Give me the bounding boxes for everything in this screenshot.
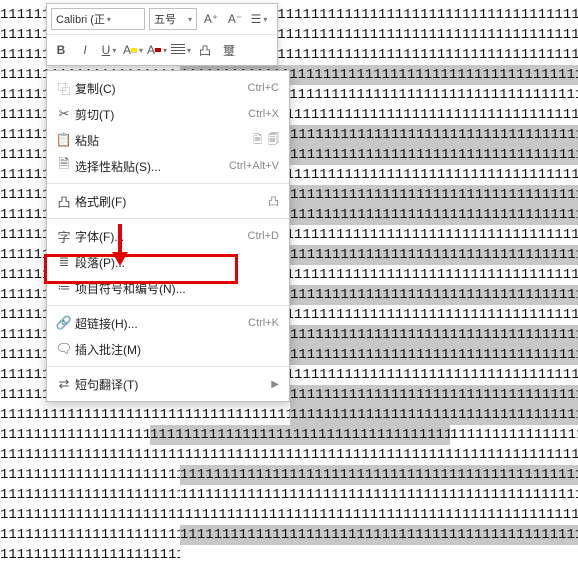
grow-font-button[interactable]: A⁺ [201,9,221,29]
paste-text-icon[interactable]: 🗐 [268,131,279,150]
text-line: 1111111111111111111111111111111111111111… [0,505,578,525]
chevron-down-icon: ▾ [139,46,143,55]
document-area: 1111111111111111111111111111111111111111… [0,0,578,571]
mini-toolbar: Calibri (正 ▾ 五号 ▾ A⁺ A⁻ ☰▾ B I U▾ A▾ A▾ [46,3,278,66]
format-painter-button[interactable]: 璽 [219,40,239,60]
menu-item-shortcut: Ctrl+C [248,82,279,94]
font-color-icon: A [147,43,155,57]
menu-item-label: 段落(P)... [75,254,279,271]
chevron-right-icon: ▶ [271,379,279,390]
menu-separator [47,366,289,367]
underline-button[interactable]: U▾ [99,40,119,60]
menu-item[interactable]: ⿻复制(C)Ctrl+C [47,75,289,101]
paste-special-icon: 🗎 [53,155,75,177]
menu-item-label: 复制(C) [75,80,248,97]
highlight-color-button[interactable]: A▾ [123,40,143,60]
menu-item-label: 项目符号和编号(N)... [75,280,279,297]
chevron-down-icon: ▾ [187,46,191,55]
paste-icon: 📋 [53,132,75,148]
menu-item[interactable]: 🗎选择性粘贴(S)...Ctrl+Alt+V [47,153,289,179]
chevron-down-icon: ▾ [107,15,111,24]
menu-item-label: 短句翻译(T) [75,376,265,393]
paste-special-icon[interactable]: 🗎 [253,131,262,150]
menu-item-shortcut: Ctrl+K [248,317,279,329]
align-icon [171,44,185,56]
text-line: 1111111111111111111111111111111111111111… [0,465,578,485]
format-painter-icon[interactable]: 凸 [268,193,279,209]
text-line: 1111111111111111111111111111111111111111… [0,525,578,545]
menu-item-shortcut: Ctrl+X [248,108,279,120]
menu-item-label: 格式刷(F) [75,193,268,210]
copy-icon: ⿻ [53,79,75,98]
align-button[interactable]: ▾ [171,40,191,60]
cut-icon: ✂ [53,106,75,122]
menu-item-label: 粘贴 [75,132,253,149]
text-line: 1111111111111111111111111111111111111111… [0,425,578,445]
font-size-value: 五号 [154,11,176,27]
menu-item[interactable]: ⇄短句翻译(T) ▶ [47,371,289,397]
chevron-down-icon: ▾ [112,46,116,55]
bold-button[interactable]: B [51,40,71,60]
menu-item-label: 插入批注(M) [75,341,279,358]
context-menu: ⿻复制(C)Ctrl+C✂剪切(T)Ctrl+X📋粘贴🗎🗐🗎选择性粘贴(S)..… [46,70,290,402]
font-color-button[interactable]: A▾ [147,40,167,60]
highlight-icon: A [123,43,131,57]
hyperlink-icon: 🔗 [53,315,75,331]
italic-button[interactable]: I [75,40,95,60]
text-line: 1111111111111111111111111111111111111111… [0,405,578,425]
menu-separator [47,218,289,219]
translate-icon: ⇄ [53,376,75,392]
menu-item[interactable]: 📋粘贴🗎 🗐 [47,127,289,153]
text-line: 1111111111111111111111111111111111111111… [0,445,578,465]
menu-item-label: 选择性粘贴(S)... [75,158,229,175]
shrink-font-button[interactable]: A⁻ [225,9,245,29]
menu-item-label: 字体(F)... [75,228,248,245]
line-spacing-button[interactable]: ☰▾ [249,9,269,29]
menu-separator [47,183,289,184]
indent-icon: 凸 [199,42,211,59]
menu-item-label: 超链接(H)... [75,315,248,332]
menu-separator [47,305,289,306]
paragraph-icon: ≣ [53,254,75,270]
menu-item-shortcut: Ctrl+D [248,230,279,242]
indent-button[interactable]: 凸 [195,40,215,60]
comment-icon: 🗨 [53,341,75,357]
text-line: 1111111111111111111111111111111111111111… [0,545,578,565]
font-name-combo[interactable]: Calibri (正 ▾ [51,8,145,30]
menu-item[interactable]: 字字体(F)...Ctrl+D [47,223,289,249]
text-line: 1111111111111111111111111111111111111111… [0,485,578,505]
menu-item-label: 剪切(T) [75,106,248,123]
font-name-value: Calibri (正 [56,11,105,27]
font-size-combo[interactable]: 五号 ▾ [149,8,197,30]
menu-item[interactable]: 🗨插入批注(M) [47,336,289,362]
list-icon: ≔ [53,280,75,296]
font-icon: 字 [53,227,75,246]
menu-item-shortcut: Ctrl+Alt+V [229,160,279,172]
line-spacing-icon: ☰ [251,12,262,26]
menu-item[interactable]: ≣段落(P)... [47,249,289,275]
menu-item[interactable]: ✂剪切(T)Ctrl+X [47,101,289,127]
menu-item[interactable]: 🔗超链接(H)...Ctrl+K [47,310,289,336]
menu-item[interactable]: ≔项目符号和编号(N)... [47,275,289,301]
menu-item[interactable]: 凸格式刷(F)凸 [47,188,289,214]
chevron-down-icon: ▾ [188,15,192,24]
chevron-down-icon: ▾ [163,46,167,55]
format-painter-icon: 璽 [223,42,235,59]
chevron-down-icon: ▾ [263,15,267,24]
format-painter-icon: 凸 [53,192,75,211]
